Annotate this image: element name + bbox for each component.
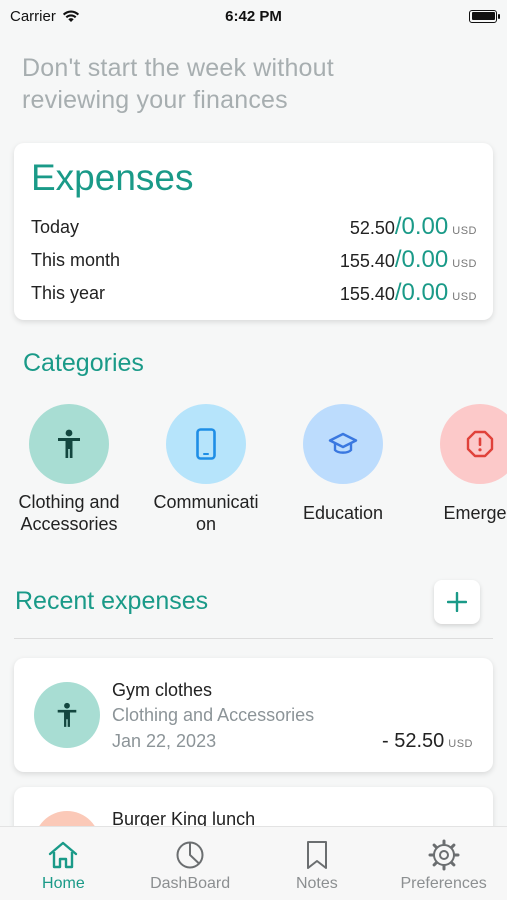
expenses-row-values: 155.40 /0.00 USD xyxy=(340,246,477,274)
expenses-budget: /0.00 xyxy=(394,279,449,306)
person-icon xyxy=(58,429,80,458)
expenses-row-today: Today 52.50 /0.00 USD xyxy=(31,212,477,242)
expense-currency: USD xyxy=(448,738,473,750)
category-label: Clothing and Accessories xyxy=(18,492,120,534)
tab-label: Notes xyxy=(295,875,338,892)
headline: Don't start the week without reviewing y… xyxy=(22,54,334,114)
expense-date: Jan 22, 2023 xyxy=(112,731,217,751)
tab-home[interactable]: Home xyxy=(0,827,127,900)
expenses-budget: /0.00 xyxy=(394,246,449,273)
category-circle xyxy=(29,404,109,484)
wifi-icon xyxy=(62,10,79,22)
tab-dashboard[interactable]: DashBoard xyxy=(127,827,254,900)
expenses-row-label: This year xyxy=(31,282,106,303)
expense-amount: - 52.50 USD xyxy=(382,730,473,753)
tab-label: Home xyxy=(42,875,85,892)
gear-icon xyxy=(428,839,460,871)
expenses-row-year: This year 155.40 /0.00 USD xyxy=(31,278,477,308)
expenses-row-label: This month xyxy=(31,249,121,270)
expenses-spent: 155.40 xyxy=(339,284,395,304)
alert-icon xyxy=(466,430,494,458)
section-divider xyxy=(14,638,493,639)
expense-amount-value: - 52.50 xyxy=(382,730,445,752)
category-label: Education xyxy=(302,503,384,523)
expenses-currency: USD xyxy=(452,258,477,270)
add-expense-button[interactable] xyxy=(434,580,480,624)
category-circle xyxy=(440,404,507,484)
tab-bar: Home DashBoard Notes Preferences xyxy=(0,826,507,900)
expenses-title: Expenses xyxy=(31,157,194,198)
graduation-cap-icon xyxy=(328,432,358,454)
expenses-currency: USD xyxy=(452,291,477,303)
category-emergency[interactable]: Emergen xyxy=(415,404,507,524)
expense-category: Clothing and Accessories xyxy=(112,705,315,725)
expenses-spent: 52.50 xyxy=(349,218,395,238)
status-bar: Carrier 6:42 PM xyxy=(0,0,507,32)
pie-chart-icon xyxy=(174,839,206,871)
tab-preferences[interactable]: Preferences xyxy=(380,827,507,900)
category-circle xyxy=(166,404,246,484)
category-label: Emergen xyxy=(443,503,507,523)
category-circle xyxy=(303,404,383,484)
recent-expenses-title: Recent expenses xyxy=(15,587,209,615)
expense-name: Gym clothes xyxy=(112,680,213,700)
expenses-spent: 155.40 xyxy=(339,251,395,271)
expense-avatar xyxy=(34,682,100,748)
expenses-row-month: This month 155.40 /0.00 USD xyxy=(31,245,477,275)
expenses-currency: USD xyxy=(452,225,477,237)
battery-icon xyxy=(469,9,500,23)
categories-title: Categories xyxy=(23,349,144,377)
category-clothing[interactable]: Clothing and Accessories xyxy=(4,404,134,535)
bookmark-icon xyxy=(301,839,333,871)
home-icon xyxy=(47,839,79,871)
expenses-row-values: 52.50 /0.00 USD xyxy=(350,213,477,241)
category-communication[interactable]: Communicati on xyxy=(141,404,271,535)
tab-label: DashBoard xyxy=(150,875,231,892)
carrier-label: Carrier xyxy=(10,7,56,25)
person-icon xyxy=(57,702,77,727)
expenses-summary-card[interactable]: Expenses Today 52.50 /0.00 USD This mont… xyxy=(14,143,493,320)
expenses-budget: /0.00 xyxy=(394,213,449,240)
category-education[interactable]: Education xyxy=(278,404,408,524)
plus-icon xyxy=(447,592,467,612)
status-left: Carrier xyxy=(10,8,80,25)
tab-label: Preferences xyxy=(400,875,487,892)
phone-icon xyxy=(196,428,216,460)
expense-item[interactable]: Gym clothes Clothing and Accessories Jan… xyxy=(14,658,493,772)
category-label: Communicati on xyxy=(153,492,259,534)
expenses-row-values: 155.40 /0.00 USD xyxy=(340,279,477,307)
expenses-row-label: Today xyxy=(31,216,80,237)
tab-notes[interactable]: Notes xyxy=(254,827,381,900)
